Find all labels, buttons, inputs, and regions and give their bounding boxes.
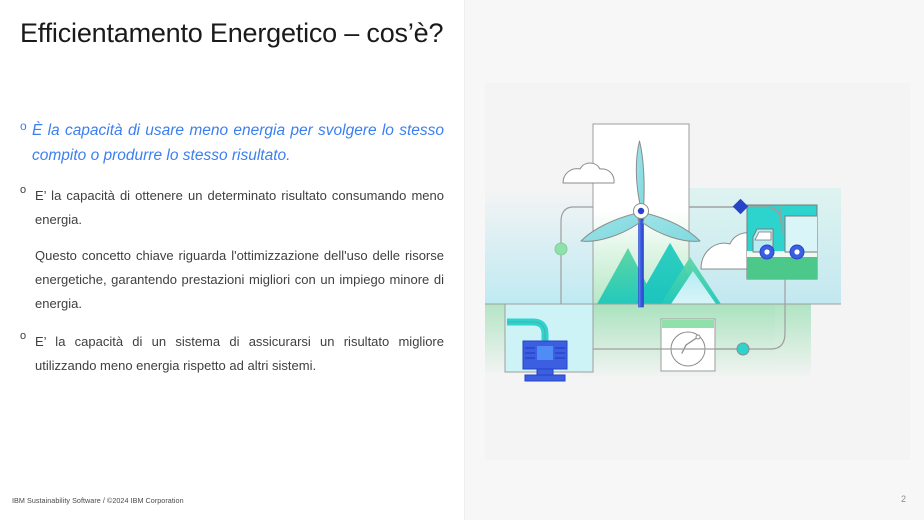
teal-dot-node: [736, 342, 750, 356]
page-title: Efficientamento Energetico – cos’è?: [20, 18, 444, 48]
footer-copyright: IBM Sustainability Software / ©2024 IBM …: [12, 496, 184, 505]
slide: Efficientamento Energetico – cos’è? o È …: [0, 0, 924, 520]
gauge-needle-tip: [695, 334, 701, 340]
delivery-truck-panel: [746, 204, 818, 280]
bullet-marker-icon: o: [20, 330, 27, 342]
pump-base: [524, 374, 566, 382]
gauge-card: [660, 318, 716, 372]
bullet-item-2: o E’ la capacità di ottenere un determin…: [20, 184, 444, 232]
pump-motor-face: [537, 346, 553, 360]
page-number: 2: [900, 494, 906, 504]
body-paragraph: Questo concetto chiave riguarda l'ottimi…: [35, 248, 444, 311]
sustainability-energy-illustration: [485, 83, 910, 460]
bullet-item-3: o E’ la capacità di un sistema di assicu…: [20, 330, 444, 378]
body-content: o È la capacità di usare meno energia pe…: [20, 118, 444, 390]
bullet-text-3: E’ la capacità di un sistema di assicura…: [35, 334, 444, 373]
truck-wheel-front-hub: [764, 249, 770, 255]
content-column: Efficientamento Energetico – cos’è? o È …: [0, 0, 464, 520]
turbine-mast: [638, 210, 644, 308]
turbine-hub-center: [637, 207, 645, 215]
green-dot-node: [554, 242, 568, 256]
gauge-card-header: [662, 320, 714, 328]
pump-pedestal: [536, 368, 554, 376]
illustration-frame: [485, 83, 910, 460]
bullet-text-2: E’ la capacità di ottenere un determinat…: [35, 188, 444, 227]
bullet-text-lead: È la capacità di usare meno energia per …: [32, 122, 444, 164]
bullet-marker-icon: o: [20, 184, 27, 196]
truck-road-strip: [747, 255, 817, 279]
water-pump-panel: [504, 303, 594, 382]
bullet-item-lead: o È la capacità di usare meno energia pe…: [20, 118, 444, 168]
illustration-column: 2: [464, 0, 924, 520]
bullet-marker-icon: o: [20, 119, 27, 133]
left-backdrop-panel: [485, 188, 595, 304]
truck-wheel-rear-hub: [794, 249, 800, 255]
